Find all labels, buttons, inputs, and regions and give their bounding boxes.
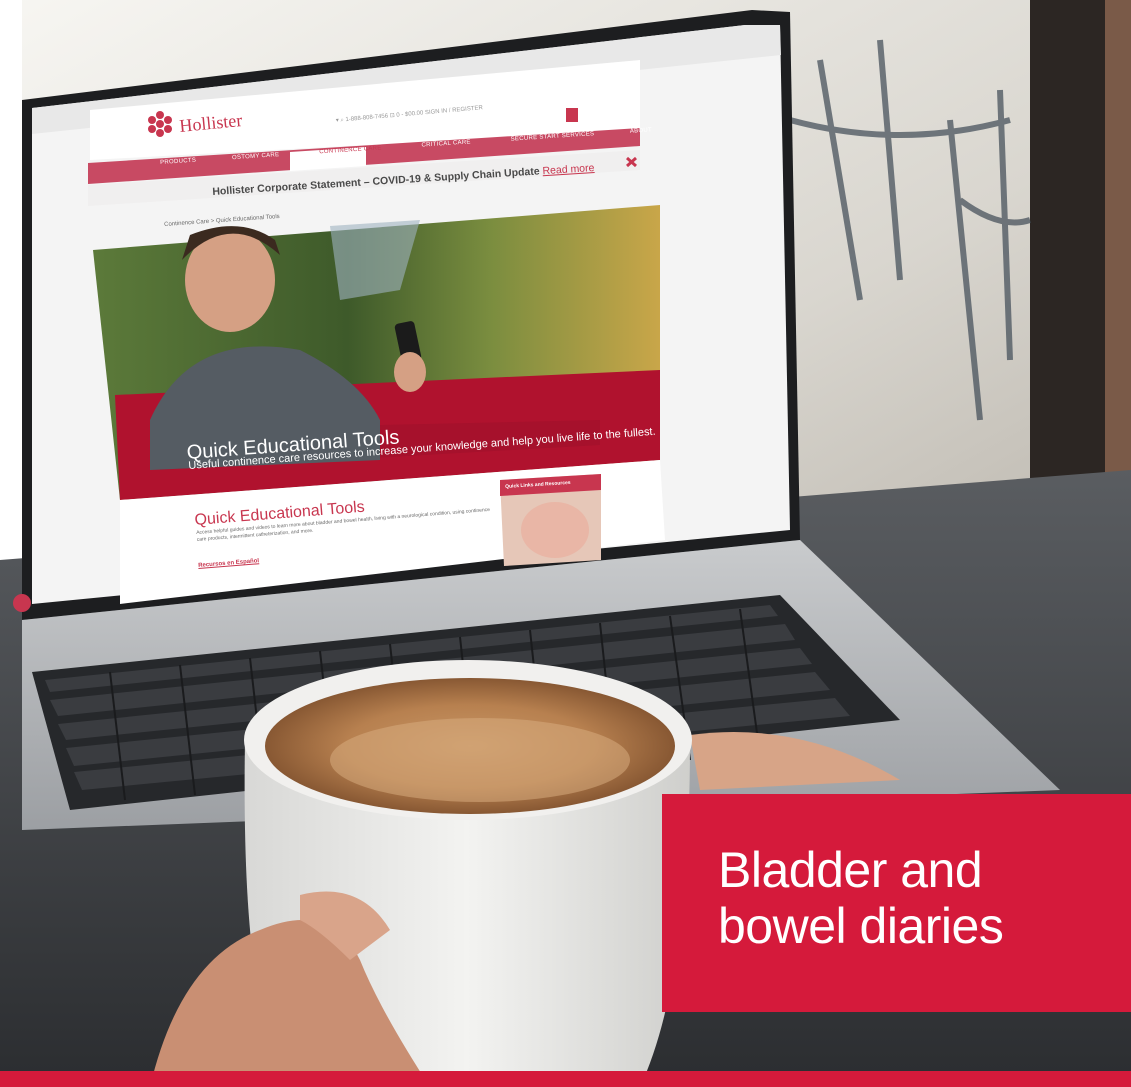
- bottom-accent-bar: [0, 1071, 1131, 1087]
- card-title: Bladder and bowel diaries: [718, 842, 1004, 954]
